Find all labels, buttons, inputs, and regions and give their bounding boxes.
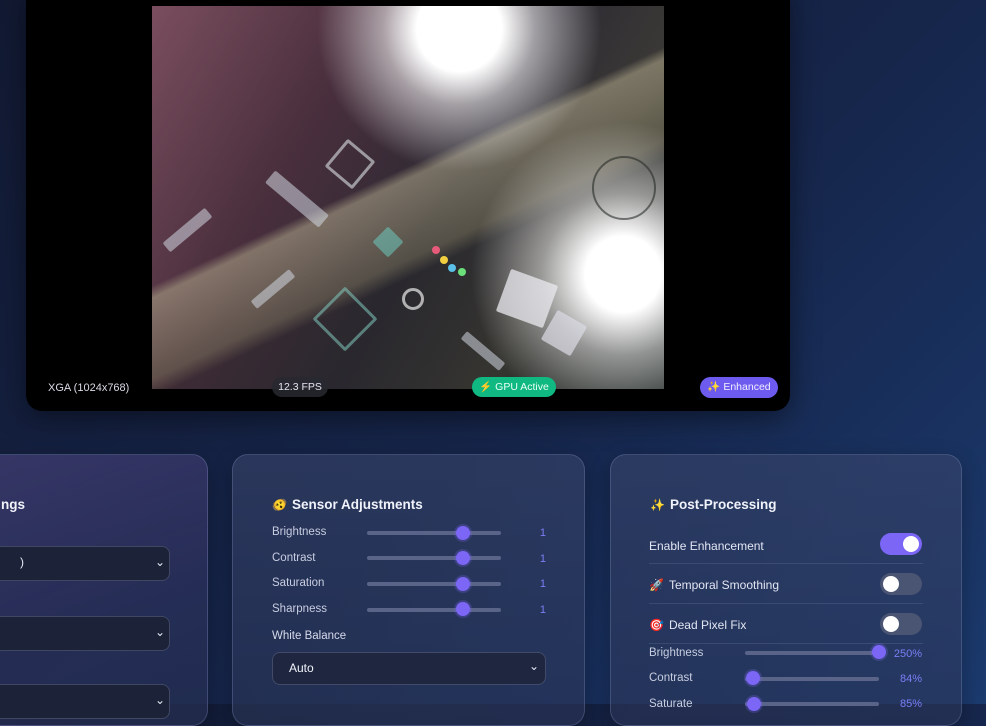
frame-object	[440, 256, 448, 264]
slider-track[interactable]	[367, 556, 501, 560]
slider-track[interactable]	[745, 651, 879, 655]
slider-thumb[interactable]	[746, 671, 761, 685]
fps-badge: 12.3 FPS	[272, 377, 328, 397]
slider-track[interactable]	[367, 531, 501, 535]
toggle-label-text: Enable Enhancement	[649, 539, 764, 553]
slider-thumb[interactable]	[456, 551, 471, 565]
post-processing-panel: ✨ Post-Processing Enable Enhancement 🚀 Tem…	[610, 454, 962, 726]
camera-video-frame	[152, 6, 664, 389]
slider-value: 1	[539, 604, 546, 616]
resolution-label: XGA (1024x768)	[48, 382, 130, 394]
frame-object	[265, 170, 329, 228]
frame-object	[495, 268, 559, 329]
target-icon: 🎯	[649, 618, 664, 632]
slider-label: Saturation	[272, 577, 325, 589]
chevron-down-icon: ⌄	[154, 693, 165, 707]
frame-object	[592, 156, 656, 220]
toggle-label-text: Temporal Smoothing	[668, 578, 780, 592]
frame-object	[250, 269, 296, 309]
slider-thumb[interactable]	[456, 602, 471, 616]
white-balance-select[interactable]: Auto ⌄	[272, 652, 546, 685]
frame-object	[432, 246, 440, 254]
slider-track[interactable]	[745, 702, 879, 706]
enable-enhancement-toggle[interactable]	[880, 533, 922, 555]
settings-select-3[interactable]: ⌄	[0, 684, 170, 719]
toggle-label: 🎯 Dead Pixel Fix	[649, 618, 746, 632]
slider-value: 250%	[893, 648, 922, 660]
frame-object	[312, 286, 378, 352]
sensor-adjustments-panel: 🫨 Sensor Adjustments Brightness 1 Contras…	[232, 454, 585, 726]
slider-thumb[interactable]	[456, 577, 471, 591]
slider-label: Contrast	[649, 672, 693, 684]
slider-value: 1	[539, 553, 546, 565]
white-balance-value: Auto	[289, 661, 314, 675]
panel-title-text: Post-Processing	[669, 497, 777, 512]
slider-label: Brightness	[272, 526, 327, 538]
toggle-label-text: Dead Pixel Fix	[668, 618, 747, 632]
frame-object	[458, 268, 466, 276]
slider-value: 1	[539, 578, 546, 590]
toggle-knob	[903, 536, 919, 552]
row-divider	[649, 643, 923, 644]
slider-track[interactable]	[367, 608, 501, 612]
slider-label: Brightness	[649, 647, 704, 659]
slider-value: 85%	[899, 698, 922, 710]
toggle-knob	[883, 616, 899, 632]
temporal-smoothing-toggle[interactable]	[880, 573, 922, 595]
dead-pixel-fix-toggle[interactable]	[880, 613, 922, 635]
chevron-down-icon: ⌄	[154, 555, 165, 569]
toggle-label: 🚀 Temporal Smoothing	[649, 578, 779, 592]
settings-select-1[interactable]: ) ⌄	[0, 546, 170, 581]
frame-object	[324, 138, 376, 190]
slider-thumb[interactable]	[456, 526, 471, 540]
sensor-icon: 🫨	[272, 498, 287, 512]
slider-thumb[interactable]	[747, 697, 762, 711]
frame-object	[162, 207, 213, 253]
frame-object	[540, 309, 588, 357]
frame-object	[460, 331, 506, 371]
camera-settings-panel: ngs ) ⌄ ⌄ ⌄	[0, 454, 208, 726]
panel-title: 🫨 Sensor Adjustments	[272, 497, 423, 512]
toggle-knob	[883, 576, 899, 592]
select-value: )	[20, 555, 24, 569]
slider-label: Contrast	[272, 552, 316, 564]
frame-object	[448, 264, 456, 272]
panel-title-text: Sensor Adjustments	[291, 497, 423, 512]
slider-track[interactable]	[367, 582, 501, 586]
slider-value: 1	[539, 527, 546, 539]
rocket-icon: 🚀	[649, 578, 664, 592]
panel-title: ngs	[1, 497, 26, 512]
slider-value: 84%	[899, 673, 922, 685]
slider-track[interactable]	[745, 677, 879, 681]
frame-object	[402, 288, 424, 310]
enhanced-badge[interactable]: ✨ Enhanced	[700, 377, 778, 398]
slider-label: Saturate	[649, 698, 693, 710]
row-divider	[649, 603, 923, 604]
toggle-label: Enable Enhancement	[649, 539, 764, 553]
chevron-down-icon: ⌄	[528, 659, 539, 673]
sparkles-icon: ✨	[650, 498, 665, 512]
row-divider	[649, 563, 923, 564]
slider-label: Sharpness	[272, 603, 327, 615]
settings-select-2[interactable]: ⌄	[0, 616, 170, 651]
panel-title: ✨ Post-Processing	[650, 497, 776, 512]
chevron-down-icon: ⌄	[154, 625, 165, 639]
gpu-active-badge: ⚡ GPU Active	[472, 377, 556, 397]
frame-object	[372, 226, 404, 258]
white-balance-label: White Balance	[272, 630, 347, 642]
camera-preview-card: XGA (1024x768) 12.3 FPS ⚡ GPU Active ✨ E…	[26, 0, 790, 411]
